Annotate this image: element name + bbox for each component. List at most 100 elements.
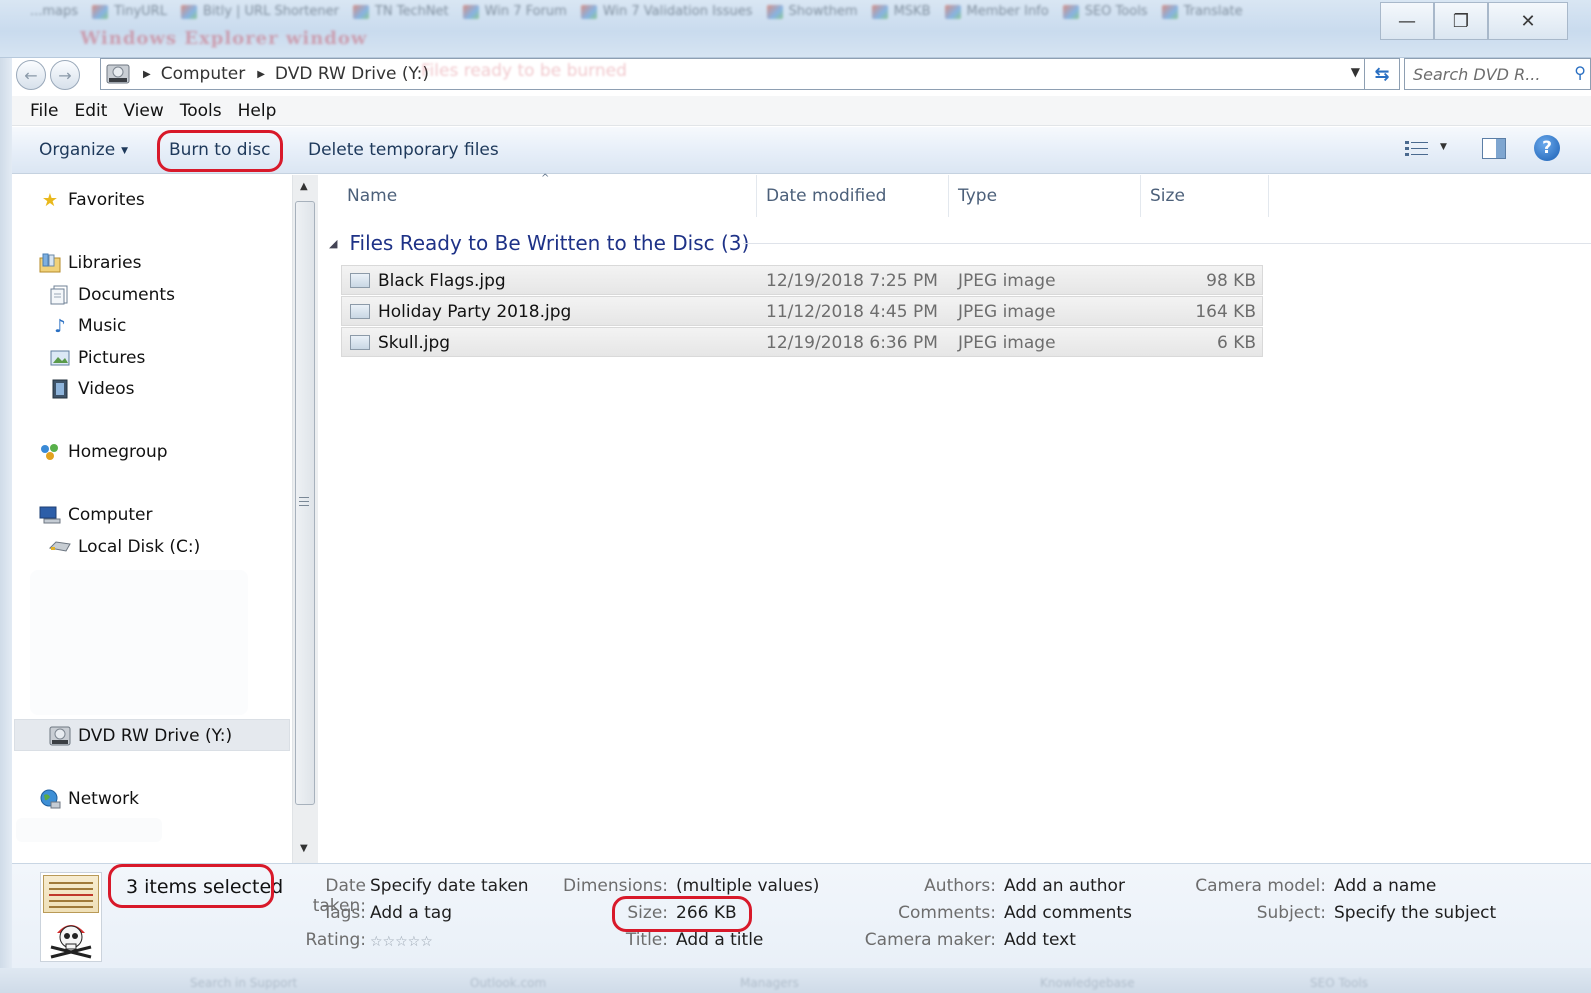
minimize-button[interactable]: — [1380, 2, 1434, 40]
background-ghost-text: Managers [740, 976, 799, 990]
column-header-type[interactable]: Type [950, 175, 1141, 217]
authors-label: Authors: [924, 876, 996, 896]
nav-item-libraries[interactable]: Libraries [38, 249, 141, 277]
nav-item-network[interactable]: Network [38, 785, 139, 813]
breadcrumb-dvd-drive[interactable]: DVD RW Drive (Y:) [275, 64, 429, 84]
file-type: JPEG image [958, 302, 1056, 322]
nav-item-computer[interactable]: Computer [38, 501, 153, 529]
group-header[interactable]: ◢ Files Ready to Be Written to the Disc … [329, 231, 749, 255]
bg-bookmark: Win 7 Validation Issues [580, 4, 753, 19]
network-globe-icon [40, 789, 61, 809]
camera-model-label: Camera model: [1195, 876, 1326, 896]
comments-label: Comments: [898, 903, 996, 923]
command-bar: Organize ▼ Burn to disc Delete temporary … [12, 127, 1591, 174]
breadcrumb-chevron-icon[interactable]: ▶ [257, 69, 265, 80]
navigation-scrollbar[interactable]: ▲ ▼ [292, 175, 318, 863]
bg-bookmark: Showthem [766, 4, 858, 19]
change-view-icon[interactable] [1404, 139, 1430, 159]
menu-tools[interactable]: Tools [172, 101, 230, 121]
forward-button[interactable]: → [50, 60, 80, 90]
back-button[interactable]: ← [16, 60, 46, 90]
title-field[interactable]: Add a title [676, 930, 763, 950]
file-date: 12/19/2018 7:25 PM [766, 271, 938, 291]
comments-field[interactable]: Add comments [1004, 903, 1132, 923]
menu-edit[interactable]: Edit [66, 101, 115, 121]
column-label: Name [347, 186, 398, 206]
file-size: 98 KB [1206, 271, 1256, 291]
scroll-down-icon[interactable]: ▼ [300, 843, 308, 854]
nav-item-dvd-drive[interactable]: DVD RW Drive (Y:) [48, 722, 232, 750]
bg-bookmark: Member Info [944, 4, 1049, 19]
column-label: Type [958, 186, 998, 206]
camera-maker-label: Camera maker: [864, 930, 996, 950]
address-dropdown-icon[interactable]: ▼ [1351, 65, 1360, 79]
window-frame-left [0, 58, 12, 968]
file-row[interactable]: Skull.jpg 12/19/2018 6:36 PM JPEG image … [341, 327, 1263, 357]
nav-label: Favorites [68, 190, 145, 210]
authors-field[interactable]: Add an author [1004, 876, 1125, 896]
close-button[interactable]: ✕ [1488, 2, 1568, 40]
skull-thumbnail-icon [50, 925, 92, 959]
background-ghost [16, 818, 162, 842]
file-row[interactable]: Black Flags.jpg 12/19/2018 7:25 PM JPEG … [341, 265, 1263, 295]
nav-item-local-disk[interactable]: Local Disk (C:) [48, 533, 200, 561]
background-ghost-text: Search in Support [190, 976, 298, 990]
highlight-annotation [108, 864, 274, 908]
details-pane: 3 items selected Date taken: Specify dat… [12, 863, 1591, 968]
camera-model-field[interactable]: Add a name [1334, 876, 1436, 896]
nav-label: Homegroup [68, 442, 168, 462]
nav-item-videos[interactable]: Videos [48, 375, 135, 403]
homegroup-icon [41, 444, 58, 460]
group-label: Files Ready to Be Written to the Disc (3… [349, 231, 750, 255]
address-bar[interactable]: ▶ Computer ▶ DVD RW Drive (Y:) Files rea… [100, 58, 1365, 90]
column-header-size[interactable]: Size [1142, 175, 1269, 217]
nav-label: Network [68, 789, 139, 809]
window-title: Windows Explorer window [80, 28, 368, 49]
bg-bookmark: MSKB [871, 4, 931, 19]
menu-view[interactable]: View [115, 101, 171, 121]
breadcrumb-computer[interactable]: Computer [161, 64, 246, 84]
background-bookmarks: ...maps TinyURL Bitly | URL Shortener TN… [0, 0, 1360, 22]
search-input[interactable]: Search DVD R... ⚲ [1404, 58, 1591, 90]
file-date: 12/19/2018 6:36 PM [766, 333, 938, 353]
navigation-pane: ★ Favorites Libraries Documents ♪ Music … [12, 175, 292, 863]
nav-label: DVD RW Drive (Y:) [78, 726, 233, 746]
nav-item-music[interactable]: ♪ Music [48, 312, 126, 340]
bg-bookmark: SEO Tools [1062, 4, 1148, 19]
nav-item-favorites[interactable]: ★ Favorites [38, 186, 145, 214]
collapse-triangle-icon[interactable]: ◢ [329, 237, 337, 250]
organize-button[interactable]: Organize ▼ [39, 140, 128, 160]
maximize-button[interactable]: ❐ [1434, 2, 1488, 40]
nav-item-documents[interactable]: Documents [48, 281, 175, 309]
highlight-annotation [157, 130, 283, 172]
nav-item-homegroup[interactable]: Homegroup [38, 438, 168, 466]
menu-file[interactable]: File [22, 101, 66, 121]
bg-bookmark: Win 7 Forum [462, 4, 567, 19]
libraries-icon [39, 253, 61, 273]
column-header-date-modified[interactable]: Date modified [758, 175, 949, 217]
subject-field[interactable]: Specify the subject [1334, 903, 1496, 923]
file-name: Skull.jpg [378, 333, 451, 353]
nav-item-pictures[interactable]: Pictures [48, 344, 145, 372]
selection-thumbnail [40, 872, 102, 962]
delete-temporary-files-button[interactable]: Delete temporary files [308, 140, 499, 160]
scroll-up-icon[interactable]: ▲ [300, 181, 308, 192]
search-placeholder: Search DVD R... [1413, 64, 1541, 84]
preview-pane-icon[interactable] [1482, 138, 1506, 159]
sort-ascending-icon: ^ [541, 173, 550, 184]
camera-maker-field[interactable]: Add text [1004, 930, 1076, 950]
menu-help[interactable]: Help [230, 101, 285, 121]
help-icon[interactable]: ? [1534, 135, 1560, 161]
breadcrumb-chevron-icon[interactable]: ▶ [143, 69, 151, 80]
tags-field[interactable]: Add a tag [370, 903, 452, 923]
rating-stars[interactable]: ☆☆☆☆☆ [370, 934, 433, 950]
title-label: Title: [625, 930, 668, 950]
date-taken-field[interactable]: Specify date taken [370, 876, 529, 896]
subject-label: Subject: [1256, 903, 1326, 923]
search-icon[interactable]: ⚲ [1574, 63, 1586, 82]
file-row[interactable]: Holiday Party 2018.jpg 11/12/2018 4:45 P… [341, 296, 1263, 326]
nav-label: Videos [78, 379, 135, 399]
refresh-button[interactable]: ⇆ [1364, 58, 1400, 90]
nav-label: Libraries [68, 253, 142, 273]
view-options-chevron-icon[interactable]: ▼ [1440, 142, 1447, 152]
